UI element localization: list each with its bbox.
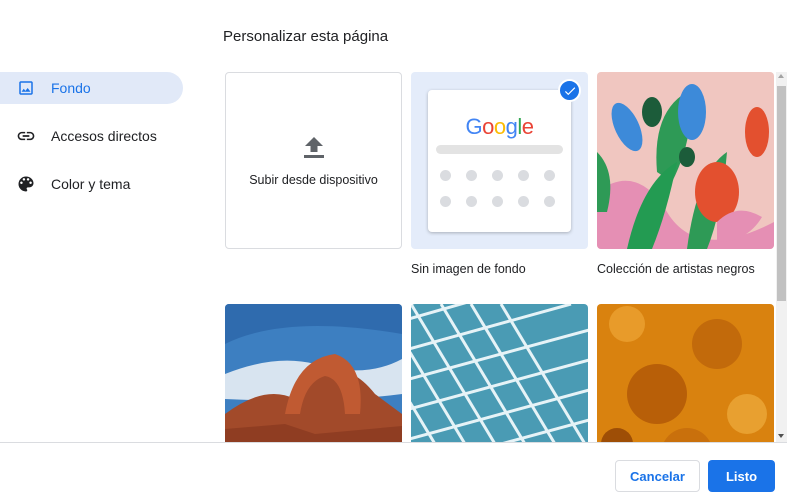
collection-tile-black-artists[interactable] [597,72,774,249]
palette-icon [16,174,36,194]
search-bar-preview [436,145,563,154]
glass-facade-thumbnail [411,304,588,442]
scroll-down-arrow-icon[interactable] [778,434,784,438]
upload-tile[interactable]: Subir desde dispositivo [225,72,402,249]
checkmark-icon [558,79,581,102]
footer-divider [0,442,787,443]
nav-item-label: Accesos directos [51,128,157,144]
collection-tile-landscape[interactable] [225,304,402,442]
floral-artwork-thumbnail [597,72,774,249]
new-tab-preview: Google [428,90,571,232]
nav-item-label: Color y tema [51,176,131,192]
sidebar-nav: Fondo Accesos directos Color y tema [0,72,183,216]
arch-landscape-thumbnail [225,304,402,442]
no-background-tile[interactable]: Google [411,72,588,249]
upload-icon [303,136,324,158]
nav-item-label: Fondo [51,80,91,96]
scrollbar-thumb[interactable] [777,86,786,301]
page-title: Personalizar esta página [223,28,389,45]
nav-item-fondo[interactable]: Fondo [0,72,183,104]
scroll-up-arrow-icon[interactable] [778,74,784,78]
link-icon [16,126,36,146]
scrollbar[interactable] [776,72,787,442]
no-background-label: Sin imagen de fondo [411,262,526,276]
upload-label: Subir desde dispositivo [249,172,378,187]
nav-item-accesos-directos[interactable]: Accesos directos [0,120,183,152]
done-button[interactable]: Listo [708,460,775,492]
collection-tile-texture[interactable] [597,304,774,442]
cancel-button[interactable]: Cancelar [615,460,700,492]
nav-item-color-y-tema[interactable]: Color y tema [0,168,183,200]
google-logo: Google [465,114,534,139]
collection-tile-architecture[interactable] [411,304,588,442]
image-icon [16,78,36,98]
background-grid: Subir desde dispositivo Google Sin image… [225,72,775,442]
collection-label: Colección de artistas negros [597,262,755,276]
orange-texture-thumbnail [597,304,774,442]
